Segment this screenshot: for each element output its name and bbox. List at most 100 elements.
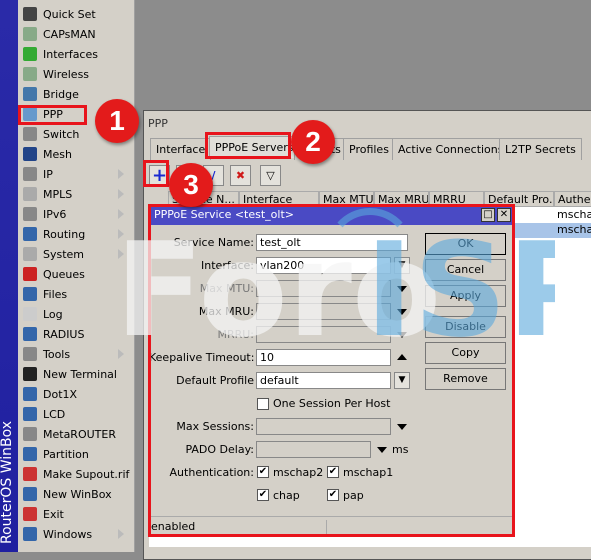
sidebar-item-label: Queues (43, 267, 85, 281)
supout-icon (23, 467, 37, 481)
chevron-right-icon (118, 349, 124, 359)
sidebar-item-files[interactable]: Files (18, 284, 134, 304)
brand-label: RouterOS WinBox (0, 420, 15, 544)
highlight-ppp (18, 105, 87, 125)
sidebar-item-ipv6[interactable]: IPv6 (18, 204, 134, 224)
files-icon (23, 287, 37, 301)
highlight-add (143, 160, 169, 187)
radius-icon (23, 327, 37, 341)
highlight-dialog (148, 204, 515, 537)
callout-2: 2 (291, 120, 335, 164)
sidebar-item-label: Files (43, 287, 68, 301)
sidebar-item-label: Partition (43, 447, 89, 461)
sidebar-item-label: MetaROUTER (43, 427, 116, 441)
sidebar-item-new-winbox[interactable]: New WinBox (18, 484, 134, 504)
tab-l2tp-secrets[interactable]: L2TP Secrets (499, 138, 582, 160)
metarouter-icon (23, 427, 37, 441)
sidebar-item-quick-set[interactable]: Quick Set (18, 4, 134, 24)
sidebar-item-queues[interactable]: Queues (18, 264, 134, 284)
sidebar-item-label: IPv6 (43, 207, 67, 221)
bridge-icon (23, 87, 37, 101)
wand-icon (23, 7, 37, 21)
sidebar-item-wireless[interactable]: Wireless (18, 64, 134, 84)
sidebar-item-label: IP (43, 167, 53, 181)
ipv6-icon (23, 207, 37, 221)
sidebar-item-label: Routing (43, 227, 86, 241)
sidebar-item-label: Bridge (43, 87, 79, 101)
sidebar-item-mpls[interactable]: MPLS (18, 184, 134, 204)
callout-3: 3 (169, 163, 213, 207)
winbox-icon (23, 487, 37, 501)
tab-interface[interactable]: Interface (150, 138, 212, 160)
sidebar-item-log[interactable]: Log (18, 304, 134, 324)
chevron-right-icon (118, 249, 124, 259)
sidebar-item-label: RADIUS (43, 327, 85, 341)
delete-button[interactable]: ✖ (230, 165, 251, 186)
sidebar-item-mesh[interactable]: Mesh (18, 144, 134, 164)
dot1x-icon (23, 387, 37, 401)
x-icon: ✖ (235, 169, 246, 182)
sidebar-item-label: CAPsMAN (43, 27, 96, 41)
sidebar-item-label: Exit (43, 507, 64, 521)
sidebar-item-interfaces[interactable]: Interfaces (18, 44, 134, 64)
sidebar-item-label: Tools (43, 347, 71, 361)
terminal-icon (23, 367, 37, 381)
tools-icon (23, 347, 37, 361)
mesh-icon (23, 147, 37, 161)
queues-icon (23, 267, 37, 281)
routing-icon (23, 227, 37, 241)
col-authentication[interactable]: Authent... (554, 191, 591, 207)
sidebar-item-system[interactable]: System (18, 244, 134, 264)
sidebar-item-partition[interactable]: Partition (18, 444, 134, 464)
sidebar-item-new-terminal[interactable]: New Terminal (18, 364, 134, 384)
wireless-icon (23, 67, 37, 81)
sidebar-item-ip[interactable]: IP (18, 164, 134, 184)
filter-icon: ▽ (266, 169, 275, 182)
mpls-icon (23, 187, 37, 201)
sidebar-item-radius[interactable]: RADIUS (18, 324, 134, 344)
interfaces-icon (23, 47, 37, 61)
sidebar-item-windows[interactable]: Windows (18, 524, 134, 544)
sidebar-item-exit[interactable]: Exit (18, 504, 134, 524)
chevron-right-icon (118, 229, 124, 239)
brand-strip: RouterOS WinBox (0, 0, 18, 552)
sidebar-item-capsman[interactable]: CAPsMAN (18, 24, 134, 44)
row-auth[interactable]: mschap2 (554, 208, 591, 223)
lcd-icon (23, 407, 37, 421)
sidebar-item-label: MPLS (43, 187, 73, 201)
switch-icon (23, 127, 37, 141)
sidebar-item-label: LCD (43, 407, 66, 421)
callout-1: 1 (95, 99, 139, 143)
chevron-right-icon (118, 209, 124, 219)
windows-icon (23, 527, 37, 541)
partition-icon (23, 447, 37, 461)
sidebar-item-label: New Terminal (43, 367, 117, 381)
highlight-pppoe-tab (205, 132, 291, 159)
filter-button[interactable]: ▽ (260, 165, 281, 186)
system-icon (23, 247, 37, 261)
sidebar-item-label: Switch (43, 127, 80, 141)
sidebar-menu: Quick Set CAPsMAN Interfaces Wireless Bridge… (18, 0, 135, 552)
chevron-right-icon (118, 529, 124, 539)
sidebar-item-label: Dot1X (43, 387, 78, 401)
sidebar-item-label: Log (43, 307, 63, 321)
sidebar-item-label: Mesh (43, 147, 72, 161)
sidebar-item-label: System (43, 247, 85, 261)
sidebar-item-make-supout-rif[interactable]: Make Supout.rif (18, 464, 134, 484)
row-auth[interactable]: mschap2 (554, 223, 591, 238)
sidebar-item-dot1x[interactable]: Dot1X (18, 384, 134, 404)
sidebar-item-label: Quick Set (43, 7, 96, 21)
log-icon (23, 307, 37, 321)
sidebar-item-label: Windows (43, 527, 93, 541)
ip-icon (23, 167, 37, 181)
sidebar-item-label: Interfaces (43, 47, 98, 61)
sidebar-item-label: Make Supout.rif (43, 467, 130, 481)
sidebar-item-label: Wireless (43, 67, 90, 81)
sidebar-item-tools[interactable]: Tools (18, 344, 134, 364)
chevron-right-icon (118, 169, 124, 179)
tab-active-connections[interactable]: Active Connections (392, 138, 510, 160)
sidebar-item-lcd[interactable]: LCD (18, 404, 134, 424)
sidebar-item-metarouter[interactable]: MetaROUTER (18, 424, 134, 444)
tab-profiles[interactable]: Profiles (343, 138, 395, 160)
sidebar-item-routing[interactable]: Routing (18, 224, 134, 244)
